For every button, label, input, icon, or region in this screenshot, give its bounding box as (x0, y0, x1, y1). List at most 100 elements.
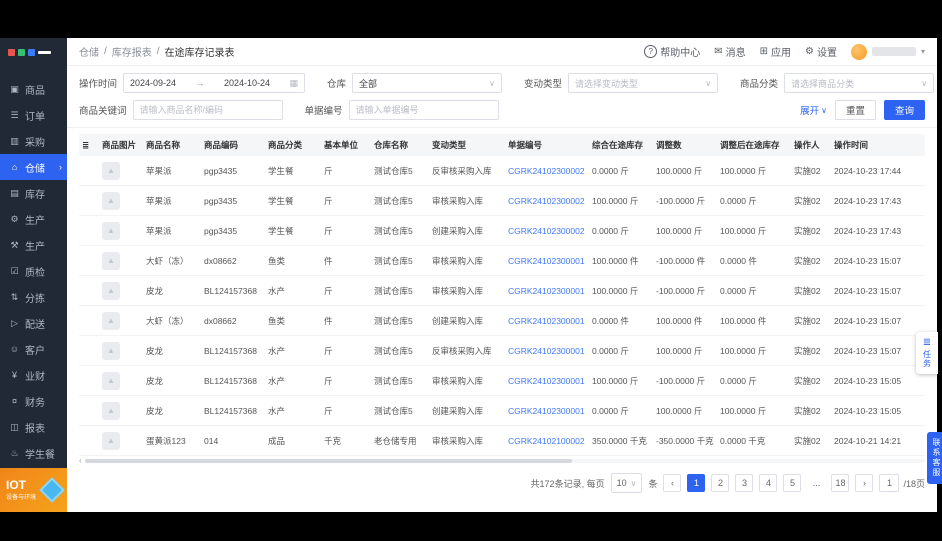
table-row[interactable]: ▲ 苹果派 pgp3435 学生餐 斤 测试仓库5 创建采购入库 CGRK2410230000… (79, 216, 925, 246)
sidebar-item-student-meal[interactable]: ♨ 学生餐 (0, 440, 67, 466)
sidebar-item-biz-finance[interactable]: ¥ 业财 (0, 362, 67, 388)
cell-unit: 斤 (324, 225, 333, 236)
cell-name: 皮龙 (146, 405, 164, 416)
page-jump-input[interactable]: 1 (879, 474, 900, 492)
cell-doc_no[interactable]: CGRK24102300001 (505, 316, 589, 326)
scroll-left-icon[interactable]: ‹ (79, 457, 82, 465)
cell-adjust: 100.0000 件 (656, 315, 703, 326)
topbar-action-help-center[interactable]: ? 帮助中心 (644, 44, 700, 59)
topbar-action-apps[interactable]: ⊞ 应用 (760, 44, 791, 59)
expand-link[interactable]: 展开 ∨ (800, 103, 827, 118)
breadcrumb-separator: / (104, 46, 107, 57)
product-keyword-input[interactable] (132, 100, 283, 120)
product-image-placeholder-icon: ▲ (102, 311, 120, 330)
contact-service-float-widget[interactable]: 联系客服 (927, 432, 942, 484)
cell-warehouse: 测试仓库5 (374, 375, 413, 386)
date-range-picker[interactable]: 2024-09-24 → 2024-10-24 ▦ (123, 73, 306, 93)
sidebar-item-production[interactable]: ⚙ 生产 (0, 206, 67, 232)
sidebar-item-purchase[interactable]: ▥ 采购 (0, 128, 67, 154)
table-row[interactable]: ▲ 皮龙 BL124157368 水产 斤 测试仓库5 反审核采购入库 CGRK2410230… (79, 336, 925, 366)
table-row[interactable]: ▲ 皮龙 BL124157368 水产 斤 测试仓库5 审核采购入库 CGRK24102300… (79, 276, 925, 306)
column-settings-icon[interactable]: ≣ (79, 140, 99, 151)
cell-doc_no[interactable]: CGRK24102300001 (505, 346, 589, 356)
page-button-1[interactable]: 1 (687, 474, 706, 492)
change-type-select[interactable]: 请选择变动类型 ∨ (568, 73, 719, 93)
reset-button[interactable]: 重置 (834, 100, 876, 120)
cell-category: 水产 (268, 405, 286, 416)
cell-before: 0.0000 斤 (592, 405, 629, 416)
prev-page-button[interactable]: ‹ (663, 474, 682, 492)
cell-unit: 斤 (324, 285, 333, 296)
cell-operator: 实施02 (794, 375, 821, 386)
user-menu[interactable]: ▾ (850, 43, 925, 60)
filter-change-type: 变动类型 请选择变动类型 ∨ (524, 73, 719, 93)
page-button-4[interactable]: 4 (759, 474, 778, 492)
sidebar-item-production-2[interactable]: ⚒ 生产 (0, 232, 67, 258)
sidebar-item-report[interactable]: ◫ 报表 (0, 414, 67, 440)
gear-icon: ⚙ (805, 45, 814, 57)
cell-code: BL124157368 (204, 345, 257, 356)
page-button-5[interactable]: 5 (783, 474, 802, 492)
sidebar-item-finance[interactable]: ¤ 财务 (0, 388, 67, 414)
cell-doc_no[interactable]: CGRK24102300001 (505, 256, 589, 266)
breadcrumb-item[interactable]: 仓储 (79, 44, 99, 59)
sidebar-item-quality[interactable]: ☑ 质检 (0, 258, 67, 284)
sidebar-item-goods[interactable]: ▣ 商品 (0, 76, 67, 102)
sidebar-item-orders[interactable]: ☰ 订单 (0, 102, 67, 128)
scrollbar-track[interactable] (84, 459, 925, 463)
column-header: 调整后在途库存 (720, 140, 780, 150)
cell-doc_no[interactable]: CGRK24102300001 (505, 286, 589, 296)
date-end-value[interactable]: 2024-10-24 (224, 78, 270, 88)
warehouse-select[interactable]: 全部 ∨ (352, 73, 503, 93)
table-row[interactable]: ▲ 皮龙 BL124157368 水产 斤 测试仓库5 创建采购入库 CGRK24102300… (79, 396, 925, 426)
cell-doc_no[interactable]: CGRK24102300002 (505, 166, 589, 176)
cell-warehouse: 测试仓库5 (374, 285, 413, 296)
cell-doc_no[interactable]: CGRK24102300002 (505, 226, 589, 236)
table-row[interactable]: ▲ 蛋黄派123 014 成品 千克 老仓储专用 审核采购入库 CGRK24102100002… (79, 426, 925, 456)
studentmeal-icon: ♨ (10, 447, 19, 458)
page-list: 1 2 3 4 5... 18 (687, 474, 850, 492)
page-button-2[interactable]: 2 (711, 474, 730, 492)
tasks-float-widget[interactable]: ≣ 任务 (916, 332, 938, 374)
sidebar-item-label: 配送 (25, 319, 45, 331)
table-row[interactable]: ▲ 大虾（冻） dx08662 鱼类 件 测试仓库5 审核采购入库 CGRK241023000… (79, 246, 925, 276)
scrollbar-thumb[interactable] (84, 459, 573, 463)
cell-doc_no[interactable]: CGRK24102300001 (505, 376, 589, 386)
product-image-placeholder-icon: ▲ (102, 281, 120, 300)
next-page-button[interactable]: › (855, 474, 874, 492)
sidebar-item-sorting[interactable]: ⇅ 分拣 (0, 284, 67, 310)
cell-after: 100.0000 斤 (720, 165, 767, 176)
cell-doc_no[interactable]: CGRK24102300002 (505, 196, 589, 206)
topbar-action-label: 帮助中心 (660, 48, 701, 59)
table-row[interactable]: ▲ 苹果派 pgp3435 学生餐 斤 测试仓库5 反审核采购入库 CGRK241023000… (79, 156, 925, 186)
table-row[interactable]: ▲ 苹果派 pgp3435 学生餐 斤 测试仓库5 审核采购入库 CGRK2410230000… (79, 186, 925, 216)
user-name-redacted (871, 47, 916, 56)
cell-doc_no[interactable]: CGRK24102100002 (505, 436, 589, 446)
breadcrumb-item[interactable]: 库存报表 (112, 44, 152, 59)
date-start-value[interactable]: 2024-09-24 (130, 78, 176, 88)
sidebar-item-delivery[interactable]: ▷ 配送 (0, 310, 67, 336)
page-button-3[interactable]: 3 (735, 474, 754, 492)
sidebar-item-warehouse[interactable]: ⌂ 仓储 › (0, 154, 67, 180)
column-header: 操作时间 (834, 140, 869, 150)
sidebar-item-inventory[interactable]: ▤ 库存 (0, 180, 67, 206)
cell-adjust: 100.0000 斤 (656, 225, 703, 236)
doc-number-input[interactable] (348, 100, 499, 120)
cell-time: 2024-10-23 15:07 (834, 255, 902, 266)
page-size-select[interactable]: 10 ∨ (610, 473, 643, 493)
query-button[interactable]: 查询 (883, 100, 925, 120)
cell-doc_no[interactable]: CGRK24102300001 (505, 406, 589, 416)
product-image-placeholder-icon: ▲ (102, 401, 120, 420)
topbar-action-settings[interactable]: ⚙ 设置 (805, 44, 837, 59)
product-category-select[interactable]: 请选择商品分类 ∨ (784, 73, 935, 93)
topbar-action-messages[interactable]: ✉ 消息 (714, 44, 745, 59)
cell-before: 100.0000 斤 (592, 285, 639, 296)
page-button-18[interactable]: 18 (831, 474, 850, 492)
breadcrumb-separator: / (156, 46, 160, 57)
table-row[interactable]: ▲ 大虾（冻） dx08662 鱼类 件 测试仓库5 创建采购入库 CGRK241023000… (79, 306, 925, 336)
table-row[interactable]: ▲ 皮龙 BL124157368 水产 斤 测试仓库5 审核采购入库 CGRK24102300… (79, 366, 925, 396)
cell-name: 大虾（冻） (146, 255, 189, 266)
sidebar-item-customer[interactable]: ☺ 客户 (0, 336, 67, 362)
user-caret-icon: ▾ (920, 47, 925, 56)
logo-square-blue (28, 48, 35, 56)
